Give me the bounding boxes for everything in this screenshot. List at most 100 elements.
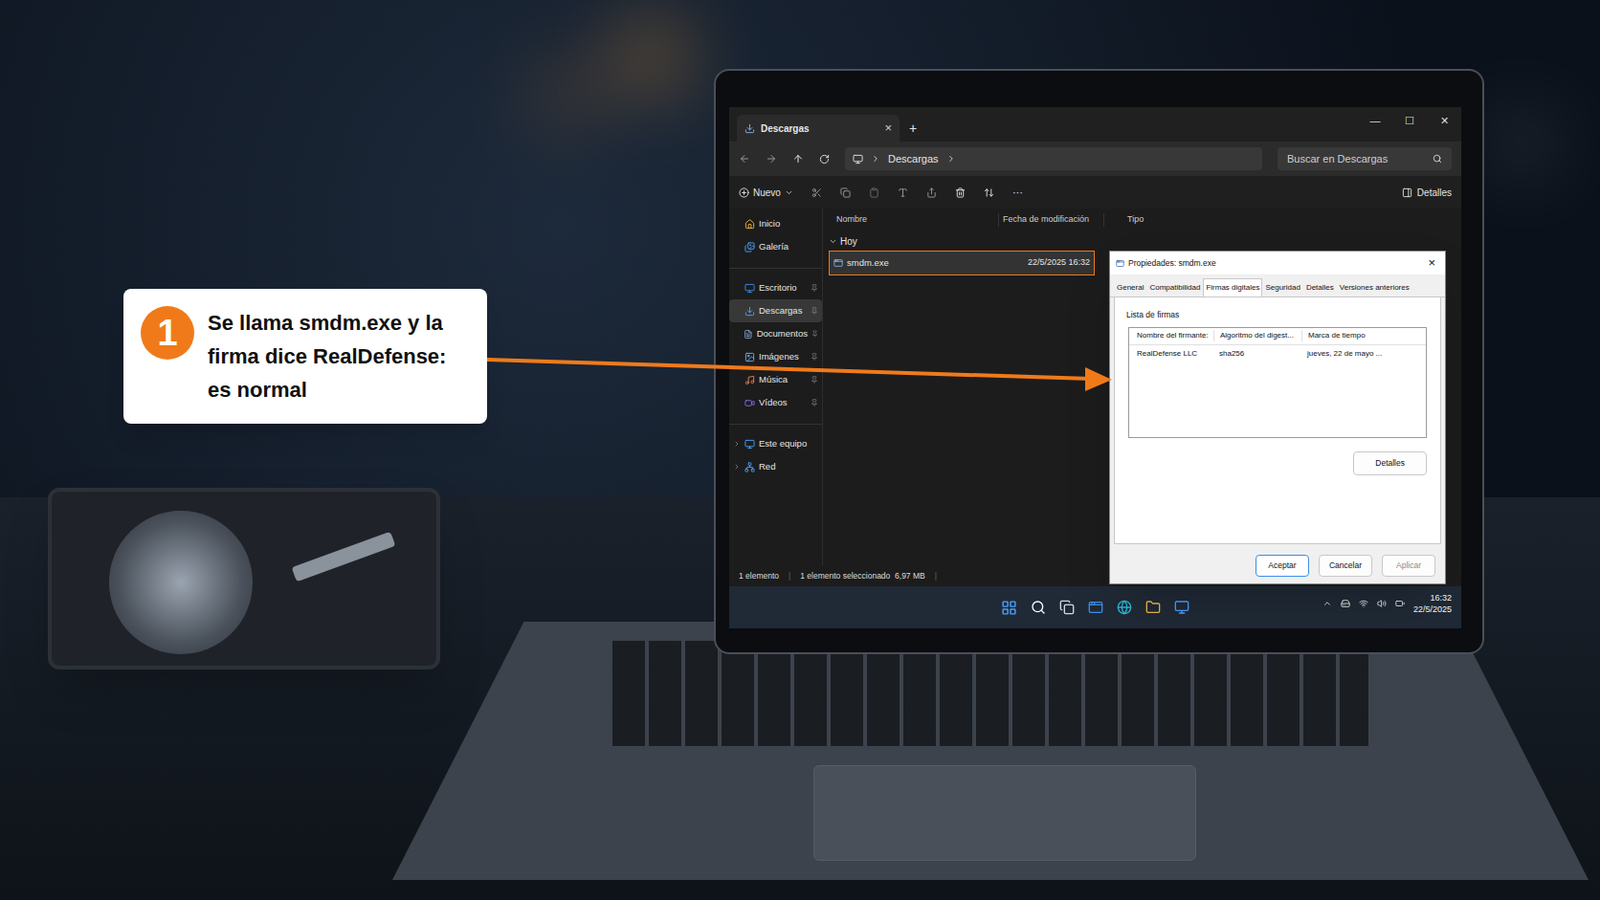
sidebar-item[interactable]: Galería	[729, 235, 823, 259]
sidebar-item[interactable]: Red	[729, 455, 823, 479]
forward-icon[interactable]	[765, 153, 778, 165]
dialog-close[interactable]: ×	[1423, 253, 1440, 273]
folder-icon	[743, 329, 754, 340]
widgets-icon[interactable]	[1088, 600, 1104, 616]
sidebar-item[interactable]: Música	[729, 368, 823, 392]
sidebar-item[interactable]: Este equipo	[729, 432, 823, 456]
breadcrumb-item[interactable]: Descargas	[888, 151, 939, 168]
window-controls: —☐✕	[1357, 107, 1462, 134]
system-tray: 16:3222/5/2025	[1322, 592, 1452, 616]
tab[interactable]: Descargas×	[736, 114, 900, 142]
exe-icon	[1115, 259, 1125, 268]
plus-icon	[738, 187, 750, 199]
folder-icon	[744, 462, 756, 473]
dialog-tab[interactable]: Versiones anteriores	[1336, 278, 1413, 297]
back-icon[interactable]	[738, 153, 751, 165]
sidebar-item[interactable]: Imágenes	[729, 345, 823, 369]
clock[interactable]: 16:3222/5/2025	[1413, 592, 1452, 616]
dialog-tab[interactable]: Detalles	[1303, 278, 1337, 297]
window-control[interactable]: —	[1357, 112, 1393, 130]
callout-text: Se llama smdm.exe y la firma dice RealDe…	[207, 306, 470, 407]
dialog-tab[interactable]: Compatibilidad	[1146, 278, 1203, 297]
group-label: Lista de firmas	[1126, 309, 1429, 322]
file-row[interactable]: smdm.exe22/5/2025 16:32	[828, 250, 1095, 276]
volume-icon[interactable]	[1377, 599, 1387, 609]
dialog-button[interactable]: Aceptar	[1255, 555, 1310, 578]
column-header[interactable]: Fecha de modificación	[999, 213, 1105, 227]
properties-dialog: Propiedades: smdm.exe×GeneralCompatibili…	[1109, 250, 1446, 585]
hard-drive	[47, 488, 441, 670]
folder-icon	[744, 283, 756, 294]
column-header[interactable]: Algoritmo del digest...	[1213, 330, 1302, 342]
arrow-icon	[0, 0, 1600, 900]
sort-icon[interactable]	[983, 187, 995, 199]
address-bar[interactable]: Descargas	[844, 147, 1263, 171]
search-icon[interactable]	[1030, 600, 1046, 616]
bokeh-light	[1492, 114, 1551, 173]
sidebar-item[interactable]: Documentos	[729, 322, 823, 346]
group-header[interactable]: Hoy	[828, 231, 1456, 251]
folder-icon	[744, 375, 756, 386]
tab-close[interactable]: ×	[884, 118, 892, 138]
app-icon[interactable]	[1174, 600, 1190, 616]
share-icon[interactable]	[926, 187, 937, 199]
details-button[interactable]: Detalles	[1401, 185, 1452, 200]
task-view-icon[interactable]	[1059, 600, 1075, 616]
pin-icon	[810, 399, 819, 407]
command-bar: Nuevo ··· Detalles	[729, 176, 1462, 209]
up-icon[interactable]	[792, 153, 804, 165]
tray-chevron-icon[interactable]	[1322, 599, 1333, 609]
pin-icon	[810, 376, 819, 384]
new-tab-button[interactable]: +	[899, 114, 927, 142]
laptop-screen: Descargas×+—☐✕DescargasBuscar en Descarg…	[729, 107, 1462, 629]
keyboard	[612, 641, 1369, 747]
rename-icon[interactable]	[897, 187, 909, 199]
file-explorer-icon[interactable]	[1145, 600, 1161, 616]
expand-icon[interactable]	[733, 440, 741, 448]
more-button[interactable]: ···	[1012, 184, 1023, 201]
window-control[interactable]: ✕	[1426, 112, 1462, 130]
search-box[interactable]: Buscar en Descargas	[1277, 147, 1452, 171]
column-header[interactable]: Nombre	[828, 213, 1000, 227]
dialog-button[interactable]: Cancelar	[1318, 555, 1373, 578]
sidebar-item[interactable]: Escritorio	[729, 276, 823, 300]
search-icon	[1432, 154, 1443, 164]
sidebar-item[interactable]: Vídeos	[729, 391, 823, 415]
paste-icon[interactable]	[868, 187, 880, 199]
dialog-tab[interactable]: Seguridad	[1262, 278, 1303, 297]
dialog-page: Lista de firmas Nombre del firmante:Algor…	[1113, 297, 1442, 545]
folder-icon	[744, 352, 756, 363]
dialog-tab[interactable]: Firmas digitales	[1202, 278, 1263, 297]
pin-icon	[810, 353, 819, 361]
sidebar-item[interactable]: Descargas	[729, 299, 823, 323]
window-control[interactable]: ☐	[1392, 112, 1427, 130]
column-header[interactable]: Marca de tiempo	[1301, 330, 1426, 342]
sidebar-item[interactable]: Inicio	[729, 212, 823, 236]
chevron-icon	[946, 154, 956, 164]
expand-icon[interactable]	[733, 463, 741, 471]
details-button[interactable]: Detalles	[1353, 451, 1427, 476]
dialog-tab[interactable]: General	[1113, 278, 1147, 297]
dialog-button: Aplicar	[1381, 555, 1436, 578]
column-header[interactable]: Nombre del firmante:	[1129, 330, 1214, 342]
battery-icon[interactable]	[1395, 599, 1405, 609]
copy-icon[interactable]	[840, 187, 851, 199]
start-icon[interactable]	[1000, 600, 1018, 617]
new-button[interactable]: Nuevo	[738, 185, 794, 200]
drive-icon[interactable]	[1340, 599, 1351, 609]
refresh-icon[interactable]	[819, 154, 830, 165]
computer-icon	[852, 154, 864, 165]
sidebar: InicioGalería EscritorioDescargasDocument…	[729, 208, 823, 566]
chevron-icon	[870, 154, 881, 164]
delete-icon[interactable]	[955, 187, 966, 199]
cut-icon[interactable]	[811, 187, 823, 199]
scene: Descargas×+—☐✕DescargasBuscar en Descarg…	[0, 0, 1600, 900]
edge-icon[interactable]	[1116, 600, 1133, 616]
wifi-icon[interactable]	[1358, 599, 1369, 609]
dialog-tabs: GeneralCompatibilidadFirmas digitalesSeg…	[1110, 274, 1445, 298]
signature-row[interactable]: RealDefense LLCsha256jueves, 22 de mayo …	[1129, 345, 1426, 363]
exe-icon	[833, 258, 844, 268]
column-header[interactable]: Tipo	[1104, 213, 1144, 227]
pin-icon	[810, 307, 819, 315]
folder-icon	[744, 219, 756, 230]
